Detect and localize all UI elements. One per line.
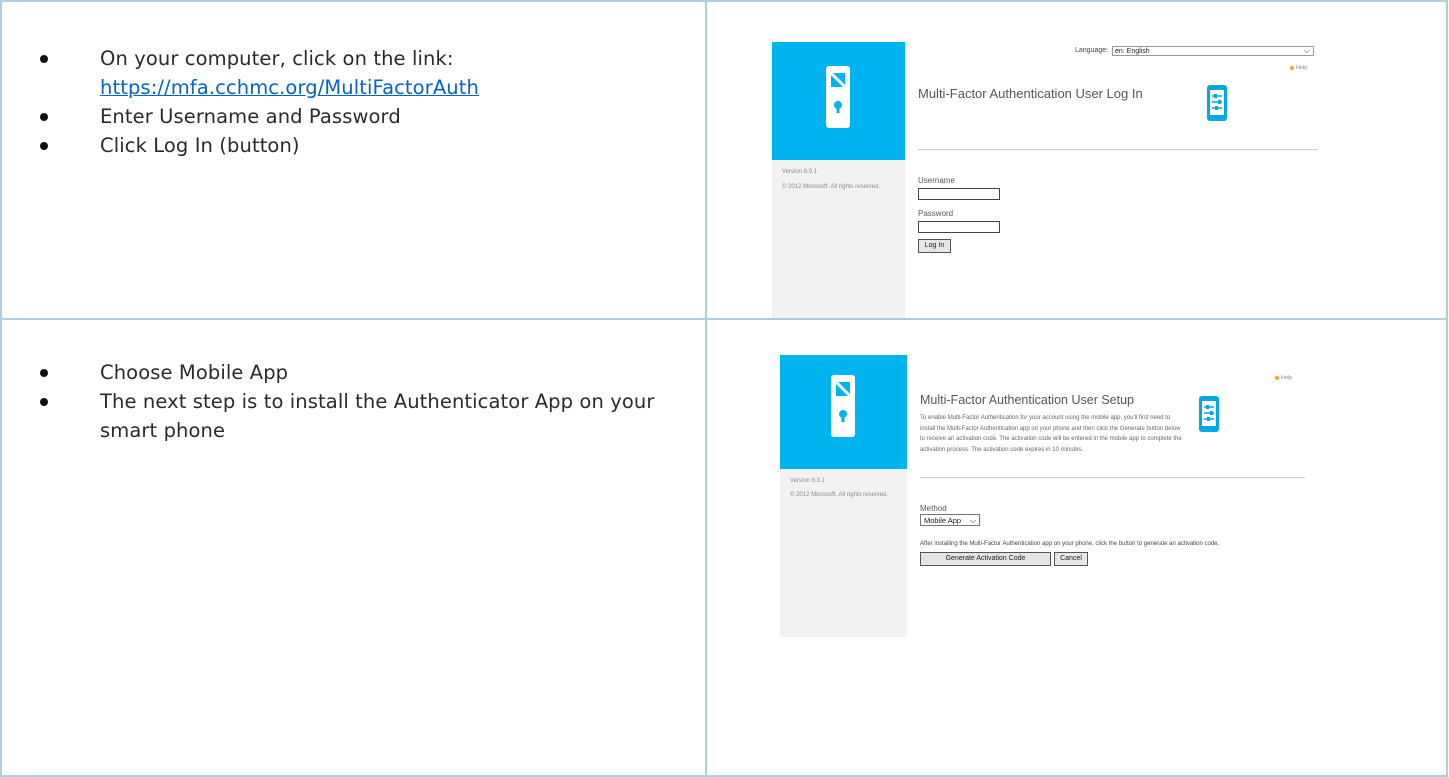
divider (918, 149, 1318, 150)
authenticator-app-icon (1207, 85, 1227, 121)
sidebar-panel: Version 8.0.1 © 2012 Microsoft. All righ… (780, 355, 907, 637)
step-1-text-cell: On your computer, click on the link: htt… (0, 0, 707, 320)
instructions-table: On your computer, click on the link: htt… (0, 0, 1448, 777)
help-icon (1290, 65, 1294, 70)
setup-screenshot: Version 8.0.1 © 2012 Microsoft. All righ… (780, 355, 1310, 637)
setup-description: To enable Multi-Factor Authentication fo… (920, 415, 1182, 453)
phone-lock-icon (826, 66, 850, 128)
username-input[interactable] (918, 188, 1000, 200)
bullet-icon (40, 398, 48, 406)
logo-tile (772, 42, 905, 160)
bullet-icon (40, 369, 48, 377)
cancel-button[interactable]: Cancel (1054, 552, 1088, 566)
help-text: Help (1296, 65, 1308, 71)
phone-lock-icon (831, 375, 855, 437)
chevron-down-icon: ⌵ (969, 516, 976, 525)
page-title: Multi-Factor Authentication User Setup (920, 393, 1134, 407)
bullet-item: The next step is to install the Authenti… (30, 387, 670, 445)
step-2-text-cell: Choose Mobile App The next step is to in… (0, 318, 707, 777)
version-text: Version 8.0.1 (782, 169, 818, 175)
mfa-link[interactable]: https://mfa.cchmc.org/MultiFactorAuth (100, 76, 479, 99)
step-1-image-cell: Version 8.0.1 © 2012 Microsoft. All righ… (705, 0, 1448, 320)
step-2-image-cell: Version 8.0.1 © 2012 Microsoft. All righ… (705, 318, 1448, 777)
sidebar-panel: Version 8.0.1 © 2012 Microsoft. All righ… (772, 42, 905, 318)
version-text: Version 8.0.1 (790, 478, 826, 484)
password-input[interactable] (918, 221, 1000, 233)
help-text: Help (1281, 375, 1293, 381)
bullet-text: Enter Username and Password (100, 105, 401, 128)
bullet-icon (40, 142, 48, 150)
chevron-down-icon: ⌵ (1303, 46, 1310, 55)
generate-activation-code-button[interactable]: Generate Activation Code (920, 552, 1051, 566)
language-value: en: English (1115, 48, 1150, 55)
step-row-1: On your computer, click on the link: htt… (0, 0, 1448, 320)
step-1-bullet-list: On your computer, click on the link: htt… (30, 44, 670, 160)
username-label: Username (918, 176, 955, 185)
bullet-text: Choose Mobile App (100, 361, 289, 384)
install-instruction: After installing the Multi-Factor Authen… (920, 541, 1220, 547)
login-screenshot: Version 8.0.1 © 2012 Microsoft. All righ… (772, 42, 1322, 318)
method-label: Method (920, 504, 947, 513)
bullet-text: On your computer, click on the link: (100, 47, 454, 70)
bullet-item: On your computer, click on the link: htt… (30, 44, 670, 102)
page-title: Multi-Factor Authentication User Log In (918, 86, 1143, 101)
step-row-2: Choose Mobile App The next step is to in… (0, 318, 1448, 777)
method-select[interactable]: Mobile App ⌵ (920, 514, 980, 526)
method-value: Mobile App (924, 516, 962, 525)
logo-tile (780, 355, 907, 469)
copyright-text: © 2012 Microsoft. All rights reserved. (790, 492, 889, 498)
bullet-item: Choose Mobile App (30, 358, 670, 387)
language-select[interactable]: en: English ⌵ (1112, 46, 1314, 56)
divider (920, 477, 1305, 478)
bullet-item: Click Log In (button) (30, 131, 670, 160)
password-label: Password (918, 209, 954, 218)
language-label: Language: (1075, 47, 1109, 54)
help-icon (1275, 375, 1279, 380)
login-button[interactable]: Log In (918, 239, 951, 253)
copyright-text: © 2012 Microsoft. All rights reserved. (782, 184, 881, 190)
bullet-icon (40, 113, 48, 121)
bullet-item: Enter Username and Password (30, 102, 670, 131)
help-link[interactable]: Help (1275, 375, 1292, 381)
help-link[interactable]: Help (1290, 65, 1307, 71)
bullet-text: The next step is to install the Authenti… (100, 390, 655, 442)
step-2-bullet-list: Choose Mobile App The next step is to in… (30, 358, 670, 445)
bullet-text: Click Log In (button) (100, 134, 300, 157)
bullet-icon (40, 55, 48, 63)
authenticator-app-icon (1199, 396, 1219, 432)
